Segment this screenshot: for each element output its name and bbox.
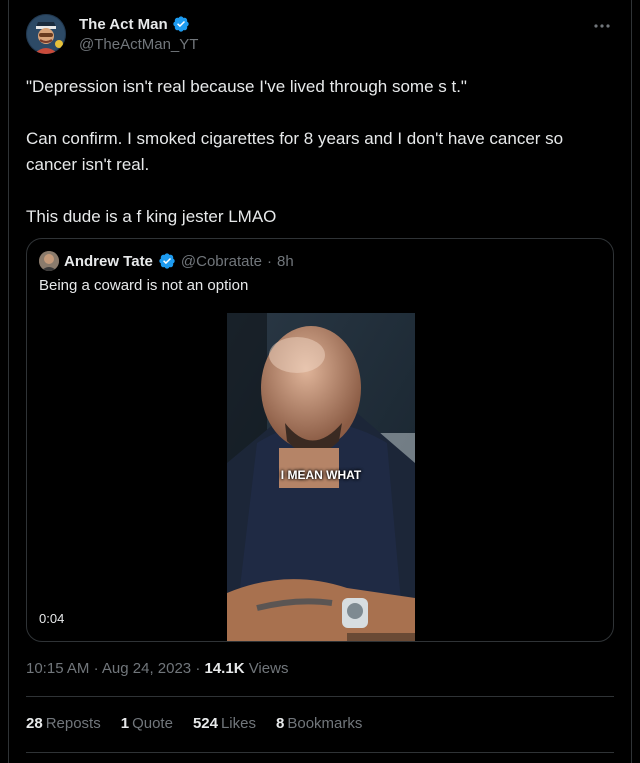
tweet-paragraph: This dude is a f king jester LMAO [26,207,277,226]
author-handle[interactable]: @TheActMan_YT [79,36,198,53]
tweet-time[interactable]: 10:15 AM [26,660,89,677]
bookmarks-label: Bookmarks [287,715,363,732]
tweet-paragraph: Can confirm. I smoked cigarettes for 8 y… [26,129,564,174]
video-duration: 0:04 [39,611,65,626]
tweet-date[interactable]: Aug 24, 2023 [102,660,191,677]
video-player[interactable]: I MEAN WHAT [227,313,415,641]
verified-badge-icon [159,253,175,269]
tweet-body: "Depression isn't real because I've live… [26,74,616,230]
author-avatar[interactable] [26,14,66,54]
separator-dot: · [267,252,273,270]
quoted-author-name[interactable]: Andrew Tate [64,253,153,270]
quotes-stat[interactable]: 1 Quote [121,715,173,732]
video-caption: I MEAN WHAT [280,468,362,482]
tweet-meta: 10:15 AM · Aug 24, 2023 · 14.1K Views [26,660,288,677]
quotes-count: 1 [120,715,130,732]
divider [26,696,614,697]
likes-label: Likes [220,715,256,732]
likes-count: 524 [192,715,218,732]
author-display-name[interactable]: The Act Man [79,16,168,33]
bookmarks-count: 8 [276,715,285,732]
tweet-header: The Act Man @TheActMan_YT [26,14,616,58]
verified-badge-icon [172,16,189,32]
quoted-author-handle[interactable]: @Cobratate [181,253,262,270]
bookmarks-stat[interactable]: 8 Bookmarks [276,715,362,732]
reposts-label: Reposts [45,715,101,732]
divider [26,752,614,753]
quoted-tweet-text: Being a coward is not an option [39,277,249,294]
reposts-stat[interactable]: 28 Reposts [26,715,101,732]
quotes-label: Quote [132,715,173,732]
engagement-stats: 28 Reposts 1 Quote 524 Likes 8 Bookmarks [26,715,362,732]
reposts-count: 28 [26,715,43,732]
likes-stat[interactable]: 524 Likes [193,715,256,732]
more-icon[interactable] [590,16,614,36]
tweet-paragraph: "Depression isn't real because I've live… [26,77,467,96]
views-label: Views [248,660,289,677]
views-count: 14.1K [204,660,245,677]
separator-dot: · [93,660,99,677]
quoted-tweet-time[interactable]: 8h [277,253,294,270]
quoted-author-avatar[interactable] [39,251,59,271]
quoted-tweet[interactable]: Andrew Tate @Cobratate · 8h Being a cowa… [26,238,614,642]
quoted-tweet-header: Andrew Tate @Cobratate · 8h [39,251,294,271]
author-name-row: The Act Man [79,15,190,33]
separator-dot: · [195,660,201,677]
